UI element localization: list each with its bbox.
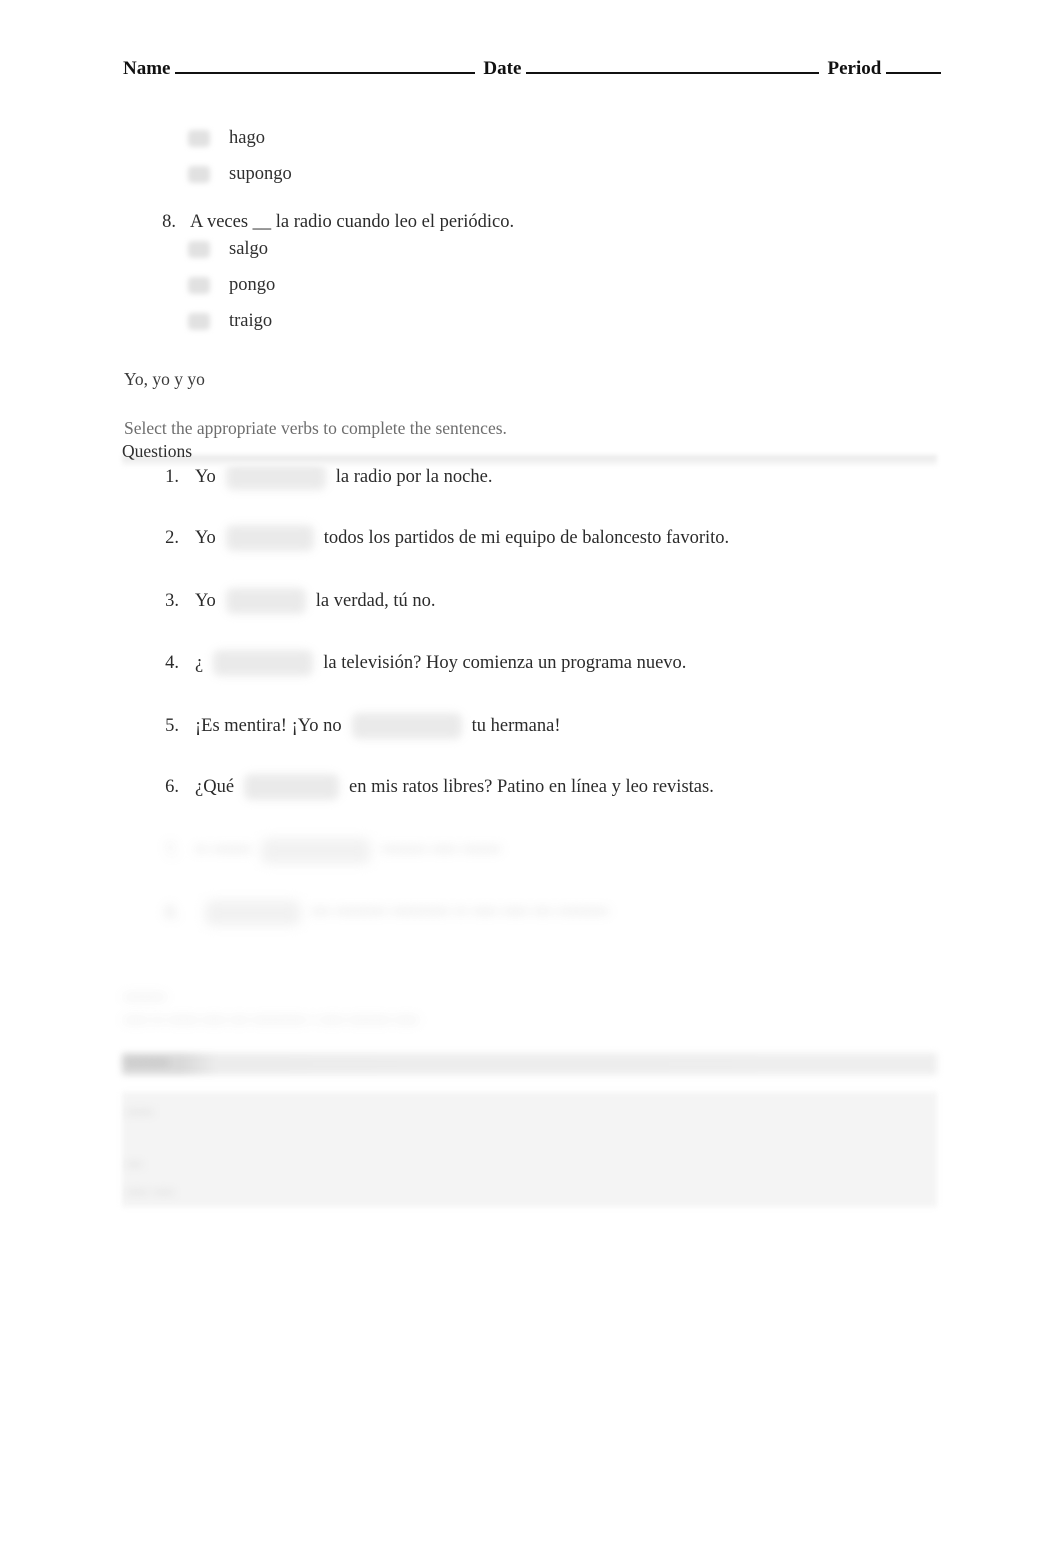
fill-question-row: 4. ¿ la televisión? Hoy comienza un prog…	[155, 650, 686, 676]
choice-label: traigo	[229, 311, 273, 331]
question-text-after-blank: ••••••• •••• ••••••	[381, 840, 501, 861]
question-number: 4.	[165, 652, 179, 673]
fill-question-row: 1. Yo la radio por la noche.	[155, 464, 492, 490]
date-blank-rule[interactable]	[526, 61, 820, 74]
choice-option-pongo[interactable]: pongo	[188, 275, 275, 296]
choice-label: salgo	[229, 239, 269, 259]
question-text-after-blank: la radio por la noche.	[335, 466, 493, 487]
answers-panel	[122, 1092, 937, 1207]
question-text-before-blank: ¿Qué	[195, 776, 235, 797]
section-instructions: Select the appropriate verbs to complete…	[124, 418, 507, 438]
question-number: 5.	[165, 715, 179, 736]
question-text-after-blank: en mis ratos libres? Patino en línea y l…	[349, 776, 714, 797]
fill-question-row-obscured: 7. •• •••••• ••••••• •••• ••••••	[155, 838, 501, 864]
fill-question-row: 5. ¡Es mentira! ¡Yo no tu hermana!	[155, 713, 561, 739]
question-number: 3.	[165, 590, 179, 611]
answer-input-blank[interactable]	[205, 900, 301, 926]
question-text-after-blank: todos los partidos de mi equipo de balon…	[323, 527, 730, 548]
choice-option-salgo[interactable]: salgo	[188, 239, 268, 260]
obscured-footer-line: •••• •• ••••• •••• ••• ••••••••• • •••• …	[124, 1011, 419, 1030]
choice-label: supongo	[229, 164, 292, 184]
answers-panel-line-1: •••	[126, 1157, 143, 1174]
radio-button-icon[interactable]	[188, 166, 210, 183]
radio-button-icon[interactable]	[188, 241, 210, 258]
question-text-before-blank: Yo	[195, 527, 216, 548]
period-blank-rule[interactable]	[886, 61, 941, 74]
answer-input-blank[interactable]	[213, 650, 314, 676]
answer-input-blank[interactable]	[261, 838, 372, 864]
answer-input-blank[interactable]	[225, 464, 326, 490]
questions-heading: Questions	[122, 441, 192, 461]
fill-question-row: 2. Yo todos los partidos de mi equipo de…	[155, 525, 729, 551]
choice-option-hago[interactable]: hago	[188, 128, 265, 149]
question-number: 1.	[165, 466, 179, 487]
question-text-after-blank: ••• •••••••• ••••••••• •• •••• •••• ••• …	[311, 902, 609, 923]
section-title: Yo, yo y yo	[124, 369, 205, 389]
answers-section-label: ••••••••	[124, 1055, 169, 1072]
answer-input-blank[interactable]	[351, 713, 462, 739]
question-text-before-blank: Yo	[195, 590, 216, 611]
choice-label: pongo	[229, 275, 276, 295]
name-blank-rule[interactable]	[175, 61, 476, 74]
question-text-before-blank: ¿	[195, 652, 204, 673]
radio-button-icon[interactable]	[188, 130, 210, 147]
answers-panel-line-2: •••• ••••	[126, 1185, 175, 1202]
question-text-after-blank: la verdad, tú no.	[315, 590, 436, 611]
obscured-footer-heading: •••••••	[124, 988, 166, 1007]
answer-input-blank[interactable]	[225, 588, 306, 614]
period-label: Period	[827, 58, 882, 79]
choice-option-traigo[interactable]: traigo	[188, 311, 272, 332]
question-text-after-blank: la televisión? Hoy comienza un programa …	[323, 652, 687, 673]
answers-section-bar	[122, 1053, 937, 1075]
question-number: 2.	[165, 527, 179, 548]
answer-input-blank[interactable]	[225, 525, 314, 551]
question-number: 8.	[162, 212, 176, 232]
date-label: Date	[483, 58, 522, 79]
question-text-after-blank: tu hermana!	[471, 715, 561, 736]
choice-option-supongo[interactable]: supongo	[188, 164, 292, 185]
choice-label: hago	[229, 128, 265, 148]
fill-question-row: 6. ¿Qué en mis ratos libres? Patino en l…	[155, 774, 714, 800]
question-text-before-blank: Yo	[195, 466, 216, 487]
question-number: 6.	[165, 776, 179, 797]
question-stem: A veces __ la radio cuando leo el periód…	[190, 212, 515, 232]
fill-question-row-obscured: 8. ••• •••••••• ••••••••• •• •••• •••• •…	[155, 900, 609, 926]
name-label: Name	[123, 58, 171, 79]
student-info-header: Name Date Period	[123, 58, 941, 80]
question-number: 7.	[165, 840, 179, 861]
questions-divider-band	[122, 455, 937, 466]
fill-question-row: 3. Yo la verdad, tú no.	[155, 588, 435, 614]
question-text-before-blank: ¡Es mentira! ¡Yo no	[195, 715, 342, 736]
answer-input-blank[interactable]	[244, 774, 340, 800]
radio-button-icon[interactable]	[188, 313, 210, 330]
answers-panel-heading: •••••	[126, 1105, 155, 1122]
radio-button-icon[interactable]	[188, 277, 210, 294]
question-text-before-blank: •• ••••••	[195, 840, 252, 861]
question-number: 8.	[165, 902, 179, 923]
